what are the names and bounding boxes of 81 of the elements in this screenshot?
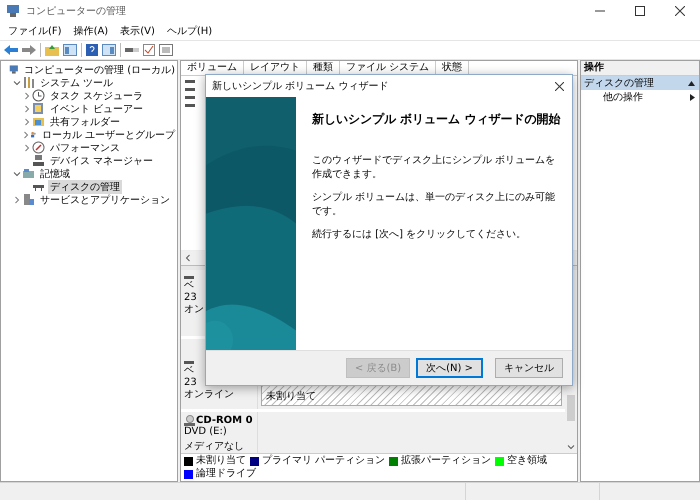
folder-icon xyxy=(32,115,45,128)
tree-item[interactable]: システム ツール xyxy=(38,76,116,90)
folder-icon xyxy=(45,44,59,56)
tree-item[interactable]: デバイス マネージャー xyxy=(48,154,156,168)
properties-button[interactable] xyxy=(143,44,155,56)
disk-info: ベ xyxy=(184,280,195,292)
tree-item[interactable]: イベント ビューアー xyxy=(48,102,146,116)
menu-item[interactable]: 操作(A) xyxy=(68,24,114,38)
disk-info: メディアなし xyxy=(184,441,245,452)
panel-icon xyxy=(102,44,116,56)
scroll-down-icon xyxy=(567,443,575,451)
panel-icon xyxy=(63,44,77,56)
wizard-heading: 新しいシンプル ボリューム ウィザードの開始 xyxy=(312,111,562,128)
wizard-text: 続行するには [次へ] をクリックしてください。 xyxy=(312,228,528,242)
tree-item[interactable]: コンピューターの管理 (ローカル) xyxy=(22,62,177,76)
tree-item[interactable]: 共有フォルダー xyxy=(48,114,122,128)
chevron-down-icon xyxy=(13,170,21,178)
scrollbar-thumb[interactable] xyxy=(567,394,575,420)
close-icon xyxy=(675,6,685,16)
help-button[interactable] xyxy=(86,44,98,56)
tree-item[interactable]: タスク スケジューラ xyxy=(48,88,146,102)
dialog-title: 新しいシンプル ボリューム ウィザード xyxy=(212,80,388,93)
storage-icon xyxy=(22,167,35,180)
tree-item[interactable]: ディスクの管理 xyxy=(48,180,122,194)
action-item[interactable]: 他の操作 xyxy=(603,90,643,104)
window-title: コンピューターの管理 xyxy=(26,5,127,18)
tools-icon xyxy=(22,76,35,89)
help-icon xyxy=(86,44,98,56)
tree-item[interactable]: ローカル ユーザーとグループ xyxy=(40,128,177,142)
wizard-button[interactable]: 次へ(N) > xyxy=(416,358,483,378)
list-icon xyxy=(159,44,173,56)
menu-item[interactable]: 表示(V) xyxy=(114,24,161,38)
legend-label: 空き領域 xyxy=(507,455,548,467)
log-icon xyxy=(32,102,45,115)
menu-item[interactable]: ファイル(F) xyxy=(2,24,68,38)
tree-item[interactable]: 記憶域 xyxy=(38,166,72,180)
chevron-right-icon xyxy=(13,196,21,204)
collapse-triangle-icon xyxy=(688,80,695,86)
list-button[interactable] xyxy=(159,44,173,56)
wizard-text: シンプル ボリュームは、単一のディスク上にのみ可能です。 xyxy=(312,191,556,218)
maximize-icon xyxy=(635,6,645,16)
legend-label: 論理ドライブ xyxy=(196,468,256,480)
disk-info: オン xyxy=(184,304,205,316)
devices-icon xyxy=(32,154,45,167)
legend-label: プライマリ パーティション xyxy=(262,455,386,467)
menu-item[interactable]: ヘルプ(H) xyxy=(160,24,218,38)
computer-icon xyxy=(6,4,20,18)
back-button[interactable] xyxy=(4,44,18,56)
close-button[interactable] xyxy=(555,82,564,90)
console-tree-button[interactable] xyxy=(63,44,77,56)
clock-icon xyxy=(32,89,45,102)
pane-header: 操作 xyxy=(581,61,699,76)
gauge-icon xyxy=(32,141,45,154)
wizard-text: このウィザードでディスク上にシンプル ボリュームを作成できます。 xyxy=(312,154,556,181)
disk-header[interactable]: CD-ROM 0 DVD (E:) メディアなし xyxy=(181,412,258,453)
forward-arrow-icon xyxy=(22,44,36,56)
disk-info: 23 xyxy=(184,292,198,304)
server-icon xyxy=(22,193,35,206)
computer-icon xyxy=(9,63,20,76)
legend-label: 未割り当て xyxy=(196,455,246,467)
up-button[interactable] xyxy=(45,44,59,56)
disc-drive-icon xyxy=(184,415,195,426)
legend-label: 拡張パーティション xyxy=(401,455,492,467)
chevron-down-icon xyxy=(13,78,21,86)
disk-info: ベ xyxy=(184,365,195,377)
disk-info: オンライン xyxy=(184,389,235,401)
disk-info: 23 xyxy=(184,377,198,389)
action-pane-button[interactable] xyxy=(102,44,116,56)
close-icon xyxy=(555,82,564,90)
chevron-left-icon xyxy=(184,254,192,262)
disk-info: DVD (E:) xyxy=(184,426,228,437)
tree-item[interactable]: サービスとアプリケーション xyxy=(38,192,172,206)
back-arrow-icon xyxy=(4,44,18,56)
checklist-icon xyxy=(143,44,155,56)
forward-button[interactable] xyxy=(22,44,36,56)
action-section[interactable]: ディスクの管理 xyxy=(581,76,699,90)
disk-name: CD-ROM 0 xyxy=(196,415,253,426)
tree-item[interactable]: パフォーマンス xyxy=(48,140,122,154)
partition-label: 未割り当て xyxy=(266,391,316,402)
submenu-arrow-icon xyxy=(690,94,695,100)
wizard-button[interactable]: キャンセル xyxy=(495,358,563,378)
